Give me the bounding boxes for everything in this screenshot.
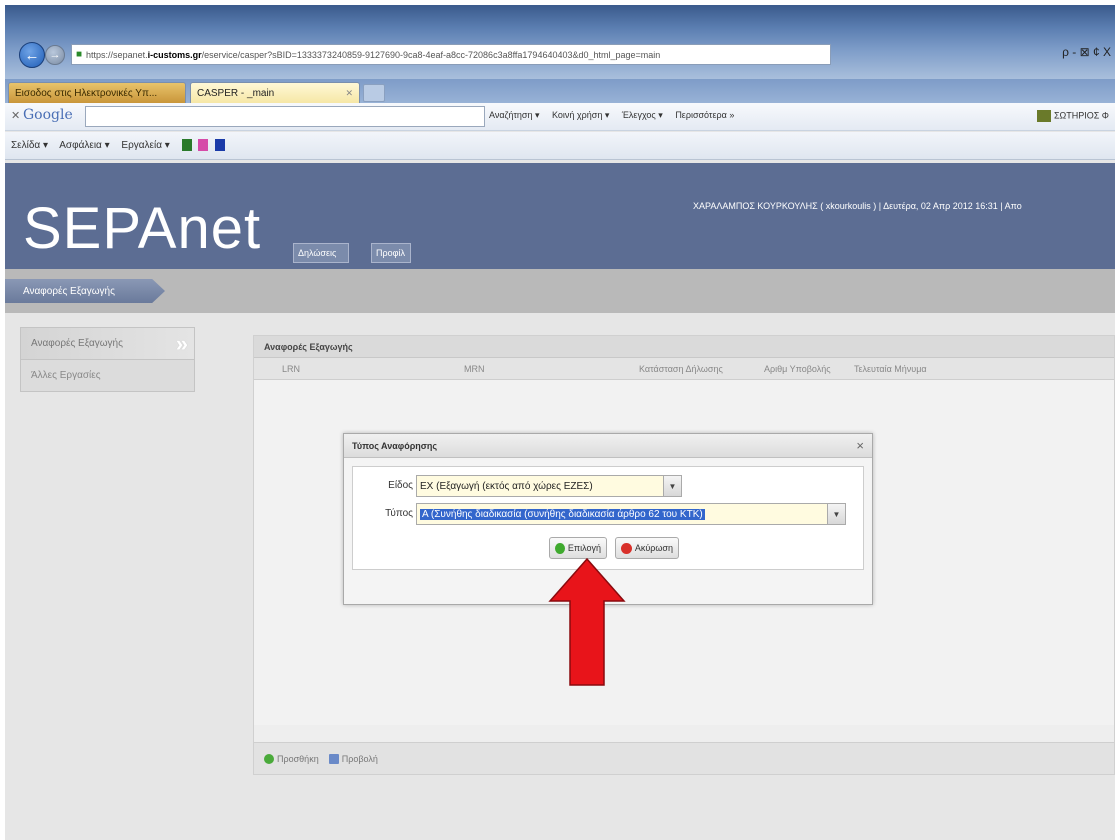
forward-button[interactable]: → (45, 45, 65, 65)
select-button-label: Επιλογή (567, 543, 601, 553)
google-user[interactable]: ΣΩΤΗΡΙΟΣ Φ (1036, 110, 1109, 122)
url-domain: i-customs.gr (147, 49, 202, 60)
toolbar-close-icon[interactable]: ✕ (11, 109, 20, 122)
addon-icon[interactable] (215, 139, 226, 151)
sepanet-logo: SEPAnet (23, 196, 262, 261)
url-path: /eservice/casper?sBID=1333373240859-9127… (201, 49, 661, 60)
sidebar-item-export-reports[interactable]: Αναφορές Εξαγωγής » (20, 327, 195, 360)
sidebar-item-label: Άλλες Εργασίες (31, 370, 101, 381)
breadcrumb-bar: Αναφορές Εξαγωγής (5, 269, 1115, 313)
sidebar-item-other-tasks[interactable]: Άλλες Εργασίες (20, 359, 195, 392)
screenshot: ← → ■ https://sepanet. i-customs.gr/eserv… (0, 0, 1115, 840)
secure-lock-icon: ■ (76, 49, 83, 60)
column-header-last-message[interactable]: Τελευταία Μήνυμα (854, 364, 927, 374)
tab-label: CASPER - _main (197, 87, 275, 99)
cancel-button[interactable]: Ακύρωση (615, 537, 679, 559)
address-bar[interactable]: ■ https://sepanet. i-customs.gr/eservice/… (71, 44, 831, 65)
chevron-down-icon[interactable]: ▼ (827, 504, 845, 524)
table-header: LRN MRN Κατάσταση Δήλωσης Αριθμ Υποβολής… (254, 358, 1114, 380)
type-field-row: Τύπος A (Συνήθης διαδικασία (συνήθης δια… (353, 503, 865, 525)
kind-label: Είδος (388, 480, 413, 491)
google-logo: Google (23, 107, 73, 123)
sidebar: Αναφορές Εξαγωγής » Άλλες Εργασίες (20, 327, 195, 392)
dialog-title-text: Τύπος Αναφόρησης (352, 440, 438, 451)
safety-menu[interactable]: Ασφάλεια ▾ (59, 140, 109, 151)
type-select[interactable]: A (Συνήθης διαδικασία (συνήθης διαδικασί… (416, 503, 846, 525)
header-tab-declarations[interactable]: Δηλώσεις (293, 243, 349, 263)
dialog-form: Είδος EX (Εξαγωγή (εκτός από χώρες ΕΖΕΣ)… (352, 466, 864, 570)
column-header-status[interactable]: Κατάσταση Δήλωσης (639, 364, 723, 374)
sidebar-item-label: Αναφορές Εξαγωγής (31, 338, 123, 349)
add-icon (264, 753, 274, 764)
tab-casper[interactable]: CASPER - _main ✕ (190, 82, 360, 103)
dialog-title: Τύπος Αναφόρησης × (344, 434, 872, 458)
breadcrumb[interactable]: Αναφορές Εξαγωγής (5, 279, 165, 303)
user-avatar-icon (1036, 110, 1051, 122)
share-button[interactable]: Κοινή χρήση ▾ (552, 110, 609, 120)
chevron-right-icon: » (175, 330, 188, 356)
type-value: A (Συνήθης διαδικασία (συνήθης διαδικασί… (420, 508, 705, 520)
view-icon (328, 753, 339, 764)
panel-title: Αναφορές Εξαγωγής (254, 336, 1114, 358)
app-header: SEPAnet Δηλώσεις Προφίλ ΧΑΡΑΛΑΜΠΟΣ ΚΟΥΡΚ… (5, 163, 1115, 269)
column-header-mrn[interactable]: MRN (464, 364, 485, 374)
arrow-shape (548, 557, 626, 686)
browser-window: ← → ■ https://sepanet. i-customs.gr/eserv… (5, 5, 1115, 840)
chevron-down-icon[interactable]: ▼ (663, 476, 681, 496)
close-icon[interactable]: × (856, 438, 864, 453)
google-search-input[interactable] (85, 106, 485, 127)
kind-select[interactable]: EX (Εξαγωγή (εκτός από χώρες ΕΖΕΣ) ▼ (416, 475, 682, 497)
user-info: ΧΑΡΑΛΑΜΠΟΣ ΚΟΥΡΚΟΥΛΗΣ ( xkourkoulis ) | … (693, 201, 1022, 211)
more-button[interactable]: Περισσότερα » (675, 110, 734, 120)
view-button[interactable]: Προβολή (328, 753, 378, 764)
kind-value: EX (Εξαγωγή (εκτός από χώρες ΕΖΕΣ) (420, 480, 593, 492)
column-header-submission[interactable]: Αριθμ Υποβολής (764, 364, 831, 374)
command-bar-items: Σελίδα ▾ Ασφάλεια ▾ Εργαλεία ▾ (11, 139, 229, 151)
red-arrow-annotation (548, 557, 626, 686)
address-row: ← → ■ https://sepanet. i-customs.gr/eserv… (5, 41, 1115, 69)
panel-footer: Προσθήκη Προβολή (254, 742, 1114, 774)
google-toolbar-items: Αναζήτηση ▾ Κοινή χρήση ▾ Έλεγχος ▾ Περι… (489, 110, 744, 121)
google-toolbar: ✕ Google Αναζήτηση ▾ Κοινή χρήση ▾ Έλεγχ… (5, 103, 1115, 131)
header-tab-profile[interactable]: Προφίλ (371, 243, 411, 263)
tab-login[interactable]: Εισοδος στις Ηλεκτρονικές Υπ... (8, 82, 186, 103)
back-button[interactable]: ← (19, 42, 45, 68)
cancel-icon (621, 542, 632, 554)
type-label: Τύπος (385, 508, 413, 519)
tab-strip: Εισοδος στις Ηλεκτρονικές Υπ... CASPER -… (5, 79, 1115, 103)
address-tools[interactable]: ρ - ⊠ ¢ X (1062, 45, 1111, 59)
url-prefix: https://sepanet. (86, 49, 148, 60)
page-menu[interactable]: Σελίδα ▾ (11, 140, 48, 151)
addon-icon[interactable] (181, 139, 192, 151)
google-search-button[interactable]: Αναζήτηση ▾ (489, 110, 540, 120)
add-button-label: Προσθήκη (277, 753, 319, 764)
browser-titlebar: ← → ■ https://sepanet. i-customs.gr/eserv… (5, 5, 1115, 79)
view-button-label: Προβολή (341, 753, 378, 764)
tools-menu[interactable]: Εργαλεία ▾ (121, 140, 169, 151)
google-user-name: ΣΩΤΗΡΙΟΣ Φ (1053, 110, 1109, 121)
tab-label: Εισοδος στις Ηλεκτρονικές Υπ... (15, 87, 158, 99)
kind-field-row: Είδος EX (Εξαγωγή (εκτός από χώρες ΕΖΕΣ)… (353, 475, 865, 497)
new-tab-button[interactable] (363, 84, 385, 102)
add-button[interactable]: Προσθήκη (264, 753, 319, 764)
cancel-button-label: Ακύρωση (634, 543, 673, 553)
select-button[interactable]: Επιλογή (549, 537, 607, 559)
addon-icon[interactable] (198, 139, 209, 151)
check-icon (555, 542, 565, 554)
column-header-lrn[interactable]: LRN (282, 364, 300, 374)
tab-close-icon[interactable]: ✕ (345, 88, 353, 99)
check-button[interactable]: Έλεγχος ▾ (622, 110, 663, 120)
command-bar: Σελίδα ▾ Ασφάλεια ▾ Εργαλεία ▾ (5, 132, 1115, 160)
